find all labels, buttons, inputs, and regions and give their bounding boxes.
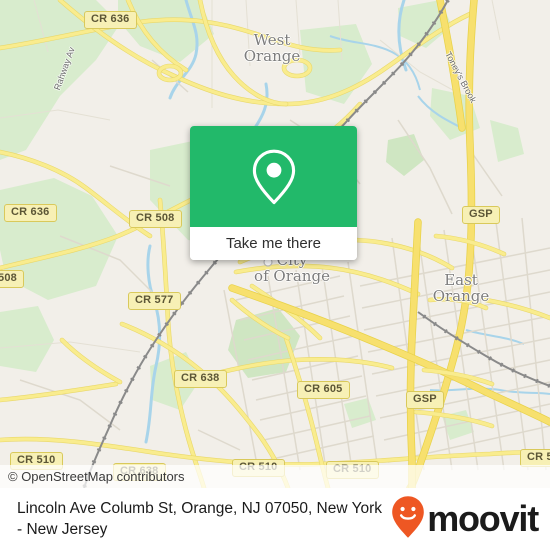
shield-cr-508: CR 508 (129, 210, 182, 228)
shield-gsp-right: GSP (462, 206, 500, 224)
moovit-logo[interactable]: moovit (391, 495, 539, 544)
take-me-there-button[interactable]: Take me there (190, 227, 357, 260)
card-header (190, 126, 357, 227)
shield-cr-605: CR 605 (297, 381, 350, 399)
moovit-map-screenshot: .park{fill:#d8eccd;} .parkdark{fill:#cfe… (0, 0, 550, 550)
map-pin-icon (251, 148, 297, 206)
shield-cr-636-left: CR 636 (4, 204, 57, 222)
place-label-east-orange: East Orange (432, 271, 490, 305)
shield-cr-638-mid: CR 638 (174, 370, 227, 388)
place-label-west-orange: West Orange (243, 31, 301, 65)
shield-cr-636-top: CR 636 (84, 11, 137, 29)
osm-attribution[interactable]: © OpenStreetMap contributors (0, 465, 550, 488)
location-title: Lincoln Ave Columb St, Orange, NJ 07050,… (17, 500, 383, 538)
shield-gsp-bottom: GSP (406, 391, 444, 409)
take-me-there-card[interactable]: Take me there (190, 126, 357, 260)
footer-bar: Lincoln Ave Columb St, Orange, NJ 07050,… (0, 488, 550, 550)
shield-cr-508-edge: 508 (0, 270, 24, 288)
moovit-wordmark: moovit (427, 498, 539, 539)
shield-cr-577: CR 577 (128, 292, 181, 310)
moovit-smiley-pin-icon (391, 495, 425, 544)
